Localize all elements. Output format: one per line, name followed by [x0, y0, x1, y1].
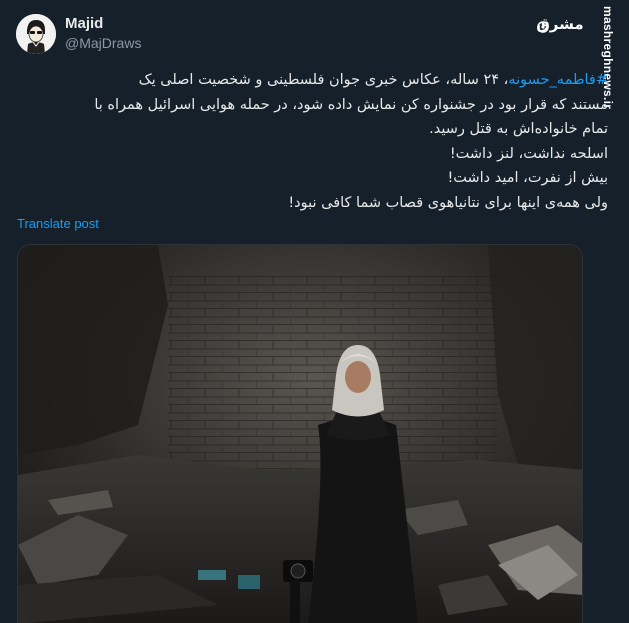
mashregh-logo-watermark: مشرق — [536, 15, 583, 33]
post-line-1-text: ، ۲۴ ساله، عکاس خبری جوان فلسطینی و شخصی… — [138, 72, 509, 88]
post-line-4: اسلحه نداشت، لنز داشت! — [449, 145, 608, 162]
post-line-1: #فاطمه_حسونه، ۲۴ ساله، عکاس خبری جوان فل… — [14, 68, 608, 93]
post-text: #فاطمه_حسونه، ۲۴ ساله، عکاس خبری جوان فل… — [14, 68, 608, 215]
author-avatar[interactable] — [16, 14, 56, 54]
avatar-drawing — [16, 14, 56, 54]
post-line-2: مستند که قرار بود در جشنواره کن نمایش دا… — [94, 96, 608, 113]
post-line-6: ولی همه‌ی اینها برای نتانیاهوی قصاب شما … — [288, 194, 608, 211]
post-line-3: تمام خانواده‌اش به قتل رسید. — [429, 121, 608, 137]
woman-with-camera-in-ruins-photo — [18, 245, 582, 623]
author-name[interactable]: Majid — [65, 15, 103, 32]
watermark-logo-text: مشرق — [536, 15, 583, 33]
translate-post-link[interactable]: Translate post — [17, 216, 99, 231]
post-photo[interactable] — [17, 244, 583, 623]
hashtag-link[interactable]: #فاطمه_حسونه — [508, 72, 608, 88]
post-line-5: بیش از نفرت، امید داشت! — [447, 170, 608, 186]
author-handle[interactable]: @MajDraws — [65, 35, 141, 51]
